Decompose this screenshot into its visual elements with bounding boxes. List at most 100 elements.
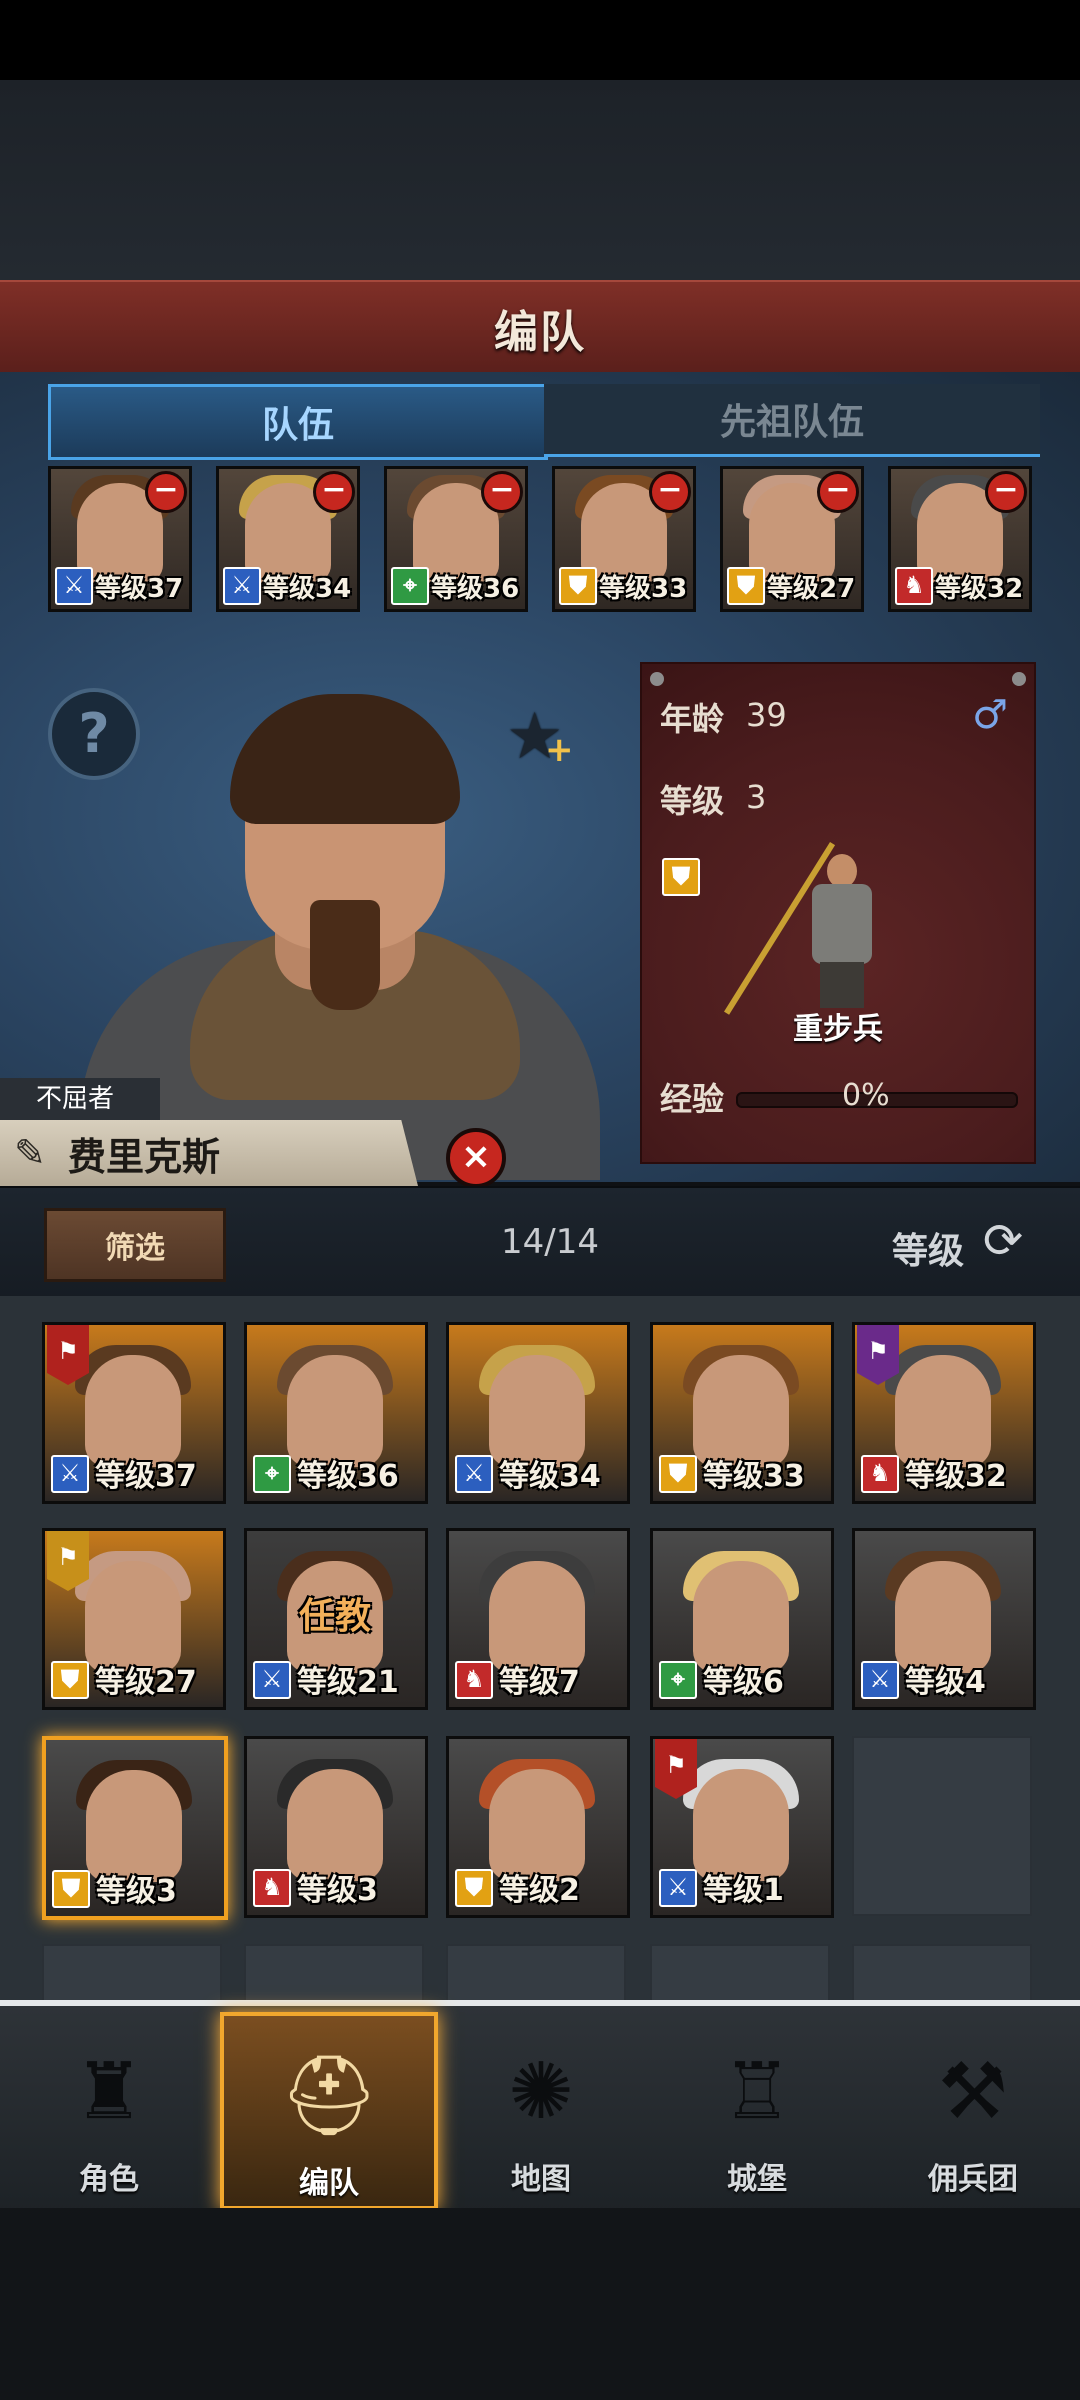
- shield-class-icon: ⛊: [662, 858, 700, 896]
- empty-roster-slot: [852, 1736, 1032, 1916]
- level-text: 等级2: [499, 1873, 580, 1908]
- level-text: 等级7: [499, 1665, 580, 1700]
- tab-team[interactable]: 队伍: [48, 384, 548, 460]
- tab-ancestor-team-label: 先祖队伍: [719, 402, 864, 443]
- level-text: 等级6: [703, 1665, 784, 1700]
- sword-class-icon: ⚔: [861, 1661, 899, 1699]
- empty-roster-slot: [446, 1944, 626, 2004]
- banner-icon: ⚑: [47, 1325, 89, 1385]
- bow-class-icon: ⌖: [659, 1661, 697, 1699]
- level-text: 等级37: [95, 1459, 197, 1494]
- empty-roster-slot: [650, 1944, 830, 2004]
- team-slot[interactable]: − ⌖ 等级36: [384, 466, 528, 612]
- nav-item-0[interactable]: ♜ 角色: [4, 2012, 214, 2202]
- portrait-beard: [310, 900, 380, 1010]
- tab-team-label: 队伍: [261, 405, 334, 446]
- level-value: 3: [746, 778, 767, 816]
- hero-info-card: 年龄 39 ♂ 等级 3 ⛊ 重步兵 经验 0%: [640, 662, 1036, 1164]
- team-slot[interactable]: − ⚔ 等级34: [216, 466, 360, 612]
- card-pin: [650, 672, 664, 686]
- level-text: 等级32: [935, 574, 1024, 604]
- shield-class-icon: ⛊: [727, 567, 765, 605]
- roster-hero-card[interactable]: ⛊ 等级2: [446, 1736, 630, 1918]
- roster-hero-card[interactable]: ⛊ 等级3: [42, 1736, 228, 1920]
- roster-hero-card[interactable]: 任教 ⚔ 等级21: [244, 1528, 428, 1710]
- level-text: 等级37: [95, 574, 184, 604]
- compass-map-icon: ✺: [508, 2047, 574, 2137]
- sort-label[interactable]: 等级: [892, 1222, 964, 1274]
- roster-count: 14/14: [501, 1222, 599, 1262]
- banner-icon: ⚑: [857, 1325, 899, 1385]
- nav-label: 编队: [299, 2166, 359, 2201]
- remove-icon[interactable]: −: [817, 471, 859, 513]
- roster-hero-card[interactable]: ⌖ 等级6: [650, 1528, 834, 1710]
- shield-class-icon: ⛊: [559, 567, 597, 605]
- level-text: 等级36: [431, 574, 520, 604]
- sword-class-icon: ⚔: [55, 567, 93, 605]
- knight-icon: ♜: [74, 2047, 144, 2137]
- nav-item-2[interactable]: ✺ 地图: [436, 2012, 646, 2202]
- team-slot[interactable]: − ⚔ 等级37: [48, 466, 192, 612]
- roster-hero-card[interactable]: ⚔ 等级34: [446, 1322, 630, 1504]
- nav-label: 佣兵团: [928, 2162, 1018, 2197]
- hero-nameplate[interactable]: ✎ 费里克斯: [0, 1120, 418, 1186]
- nav-label: 城堡: [727, 2162, 787, 2197]
- heavy-infantry-figure: [792, 844, 892, 1014]
- level-text: 等级36: [297, 1459, 399, 1494]
- hero-title: 不屈者: [0, 1078, 160, 1120]
- unit-type: 重步兵: [793, 1012, 883, 1047]
- roster-hero-card[interactable]: ⛊ 等级33: [650, 1322, 834, 1504]
- nav-label: 地图: [511, 2162, 571, 2197]
- bottom-band: [0, 2208, 1080, 2400]
- remove-icon[interactable]: −: [649, 471, 691, 513]
- soldier-head: [827, 854, 857, 888]
- banner-icon: ⚑: [47, 1531, 89, 1591]
- roster-hero-card[interactable]: ⚔ 等级4: [852, 1528, 1036, 1710]
- filter-button[interactable]: 筛选: [44, 1208, 226, 1282]
- remove-hero-button[interactable]: ×: [446, 1128, 506, 1188]
- nav-item-4[interactable]: ⚒ 佣兵团: [868, 2012, 1078, 2202]
- remove-icon[interactable]: −: [985, 471, 1027, 513]
- beast-class-icon: ♞: [253, 1869, 291, 1907]
- roster-hero-card[interactable]: ⚑ ⛊ 等级27: [42, 1528, 226, 1710]
- exp-label: 经验: [660, 1080, 725, 1118]
- castle-icon: ♖: [722, 2047, 792, 2137]
- beast-class-icon: ♞: [455, 1661, 493, 1699]
- roster-hero-card[interactable]: ⚑ ⚔ 等级37: [42, 1322, 226, 1504]
- remove-icon[interactable]: −: [313, 471, 355, 513]
- bow-class-icon: ⌖: [391, 567, 429, 605]
- level-text: 等级1: [703, 1873, 784, 1908]
- roster-hero-card[interactable]: ⚑ ♞ 等级32: [852, 1322, 1036, 1504]
- roster-hero-card[interactable]: ♞ 等级7: [446, 1528, 630, 1710]
- roster-hero-card[interactable]: ♞ 等级3: [244, 1736, 428, 1918]
- team-slot[interactable]: − ⛊ 等级27: [720, 466, 864, 612]
- empty-roster-slot: [852, 1944, 1032, 2004]
- hero-name: 费里克斯: [68, 1134, 221, 1179]
- duty-label: 任教: [299, 1596, 372, 1637]
- beast-class-icon: ♞: [895, 567, 933, 605]
- banner-icon: ⚑: [655, 1739, 697, 1799]
- team-slot[interactable]: − ⛊ 等级33: [552, 466, 696, 612]
- roster-hero-card[interactable]: ⚑ ⚔ 等级1: [650, 1736, 834, 1918]
- refresh-sort-icon[interactable]: ⟳: [976, 1214, 1030, 1268]
- beast-class-icon: ♞: [861, 1455, 899, 1493]
- sword-class-icon: ⚔: [51, 1455, 89, 1493]
- nav-label: 角色: [79, 2162, 139, 2197]
- empty-roster-slot: [244, 1944, 424, 2004]
- helmet-icon: ⛑: [279, 2051, 379, 2141]
- level-text: 等级21: [297, 1665, 399, 1700]
- sword-class-icon: ⚔: [455, 1455, 493, 1493]
- nav-item-1[interactable]: ⛑ 编队: [220, 2012, 438, 2210]
- rename-icon[interactable]: ✎: [14, 1130, 60, 1176]
- nav-item-3[interactable]: ♖ 城堡: [652, 2012, 862, 2202]
- remove-icon[interactable]: −: [145, 471, 187, 513]
- bow-class-icon: ⌖: [253, 1455, 291, 1493]
- roster-hero-card[interactable]: ⌖ 等级36: [244, 1322, 428, 1504]
- level-text: 等级34: [499, 1459, 601, 1494]
- filter-button-label: 筛选: [105, 1231, 165, 1266]
- level-text: 等级34: [263, 574, 352, 604]
- team-slot[interactable]: − ♞ 等级32: [888, 466, 1032, 612]
- tab-ancestor-team[interactable]: 先祖队伍: [544, 384, 1040, 457]
- remove-icon[interactable]: −: [481, 471, 523, 513]
- level-text: 等级3: [297, 1873, 378, 1908]
